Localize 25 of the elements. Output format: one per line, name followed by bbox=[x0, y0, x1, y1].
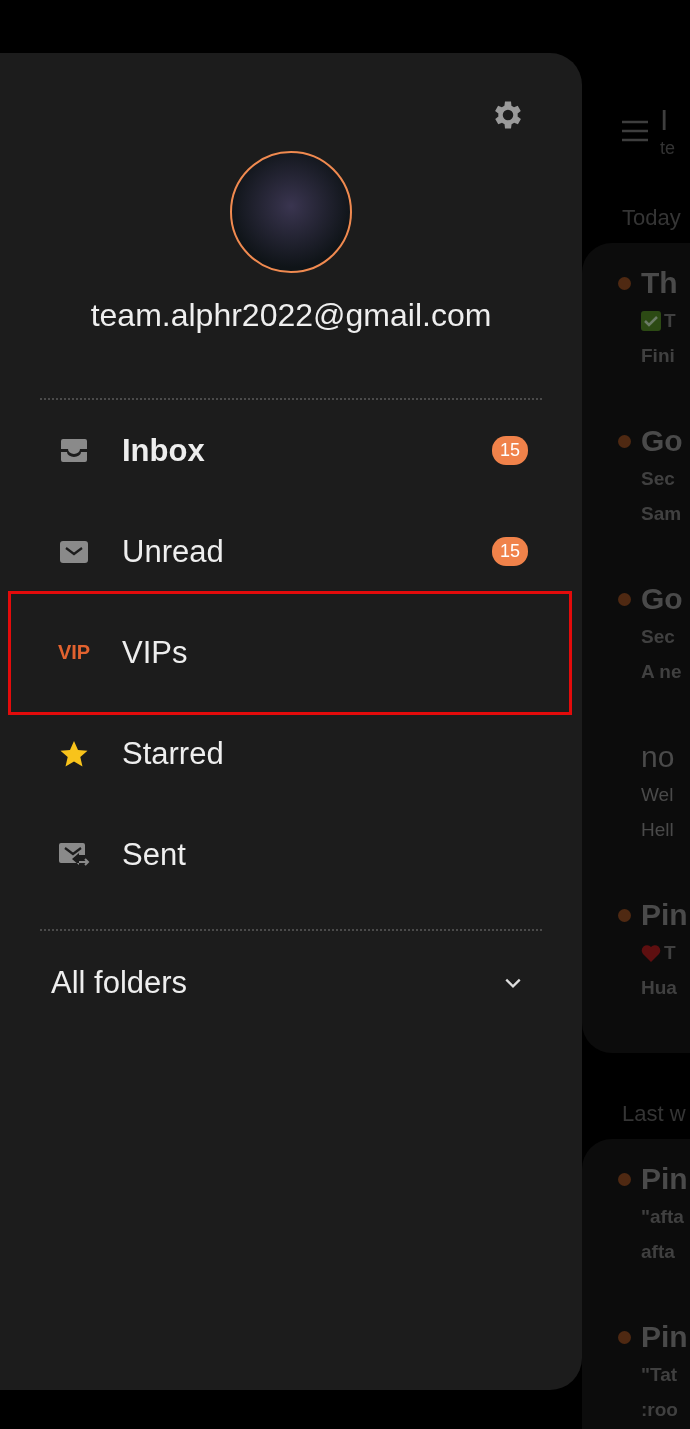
message-sender[interactable]: Go bbox=[641, 424, 683, 458]
folder-label: Sent bbox=[122, 836, 187, 873]
unread-count-badge: 15 bbox=[491, 436, 528, 465]
account-email: team.alphr2022@gmail.com bbox=[89, 297, 493, 334]
message-preview: Hell bbox=[641, 818, 674, 841]
mailbox-title: I bbox=[660, 105, 670, 135]
unread-count-badge: 15 bbox=[491, 537, 528, 566]
message-sender[interactable]: Pin bbox=[641, 1320, 688, 1354]
message-sender[interactable]: Pin bbox=[641, 898, 688, 932]
heart-icon bbox=[641, 943, 661, 962]
message-preview: Wel bbox=[641, 783, 674, 806]
vip-label: VIP bbox=[57, 641, 91, 664]
folder-item[interactable]: Sent bbox=[0, 804, 582, 905]
folder-label: Unread bbox=[122, 533, 225, 570]
folder-item[interactable]: Inbox 15 bbox=[0, 400, 582, 501]
folder-label: Starred bbox=[122, 735, 225, 772]
message-sender[interactable]: Th bbox=[641, 266, 678, 300]
folder-label: Inbox bbox=[122, 432, 206, 469]
checkmark-icon bbox=[641, 310, 661, 331]
message-sender[interactable]: Pin bbox=[641, 1162, 688, 1196]
message-sender[interactable]: no bbox=[641, 740, 675, 774]
all-folders-toggle[interactable]: All folders bbox=[0, 931, 582, 1035]
folder-item[interactable]: VIP VIPs bbox=[8, 590, 572, 715]
folder-label: VIPs bbox=[122, 634, 189, 671]
message-sender[interactable]: Go bbox=[641, 582, 683, 616]
